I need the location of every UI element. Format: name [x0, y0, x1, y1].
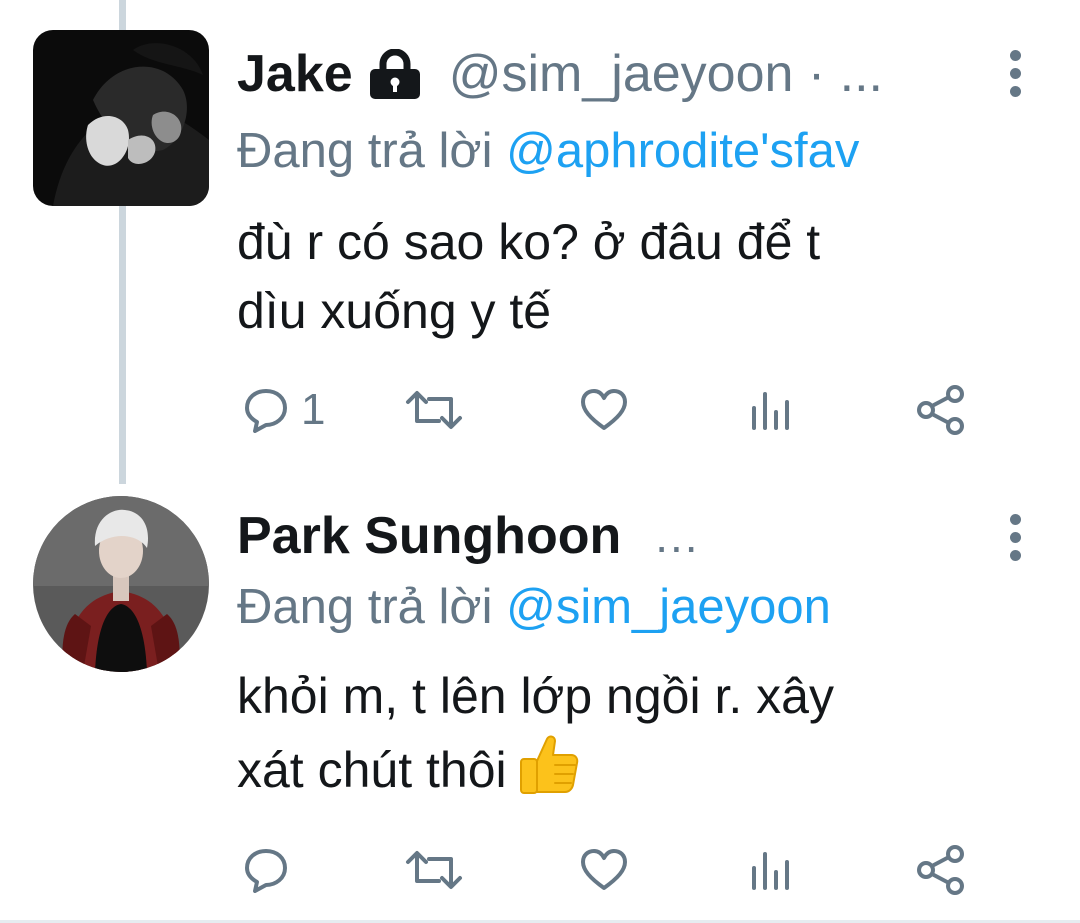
retweet-button[interactable] — [405, 380, 463, 440]
share-button[interactable] — [915, 380, 967, 440]
share-button[interactable] — [915, 840, 967, 900]
analytics-button[interactable] — [750, 840, 792, 900]
avatar[interactable] — [33, 496, 209, 672]
tweet-text: khỏi m, t lên lớp ngồi r. xây xát chút t… — [237, 662, 1017, 815]
more-vertical-icon[interactable] — [1008, 514, 1022, 562]
reply-icon — [243, 847, 289, 893]
tweet-text: đù r có sao ko? ở đâu để t dìu xuống y t… — [237, 208, 1017, 346]
replying-to-label: Đang trả lời — [237, 124, 507, 178]
replying-to-label: Đang trả lời — [237, 580, 507, 634]
retweet-icon — [405, 387, 463, 433]
like-icon — [580, 388, 628, 432]
reply-mention-link[interactable]: @sim_jaeyoon — [506, 580, 831, 634]
display-name[interactable]: Park Sunghoon — [237, 506, 621, 566]
like-button[interactable] — [580, 840, 628, 900]
lock-icon — [367, 49, 423, 99]
reply-icon — [243, 387, 289, 433]
tweet-header: Jake @sim_jaeyoon · ... — [237, 34, 883, 114]
tweet-header: Park Sunghoon ... — [237, 496, 700, 576]
share-icon — [915, 384, 967, 436]
analytics-button[interactable] — [750, 380, 792, 440]
tweet-text-line: dìu xuống y tế — [237, 283, 552, 339]
tweet-text-line: xát chút thôi — [237, 731, 1017, 815]
retweet-icon — [405, 847, 463, 893]
avatar[interactable] — [33, 30, 209, 206]
like-button[interactable] — [580, 380, 628, 440]
reply-count: 1 — [301, 385, 326, 434]
analytics-icon — [750, 848, 792, 892]
tweet-text-line: đù r có sao ko? ở đâu để t — [237, 214, 821, 270]
more-vertical-icon[interactable] — [1008, 50, 1022, 98]
tweet-text-content: xát chút thôi — [237, 742, 507, 798]
name-overflow: ... — [655, 510, 700, 562]
tweet-actions: 1 — [0, 380, 1080, 440]
share-icon — [915, 844, 967, 896]
analytics-icon — [750, 388, 792, 432]
thumbs-up-emoji — [515, 731, 581, 815]
like-icon — [580, 848, 628, 892]
tweet-jake[interactable]: Jake @sim_jaeyoon · ... Đang trả lời @ap… — [0, 30, 1080, 470]
reply-button[interactable]: 1 — [243, 380, 325, 440]
display-name[interactable]: Jake — [237, 44, 353, 104]
replying-to-line: Đang trả lời @sim_jaeyoon — [237, 579, 831, 635]
reply-button[interactable] — [243, 840, 301, 900]
retweet-button[interactable] — [405, 840, 463, 900]
tweet-park-sunghoon[interactable]: Park Sunghoon ... Đang trả lời @sim_jaey… — [0, 496, 1080, 916]
tweet-actions — [0, 840, 1080, 900]
reply-mention-link[interactable]: @aphrodite'sfav — [506, 124, 859, 178]
replying-to-line: Đang trả lời @aphrodite'sfav — [237, 123, 859, 179]
username-handle[interactable]: @sim_jaeyoon · ... — [449, 44, 883, 104]
tweet-text-line: khỏi m, t lên lớp ngồi r. xây — [237, 668, 834, 724]
